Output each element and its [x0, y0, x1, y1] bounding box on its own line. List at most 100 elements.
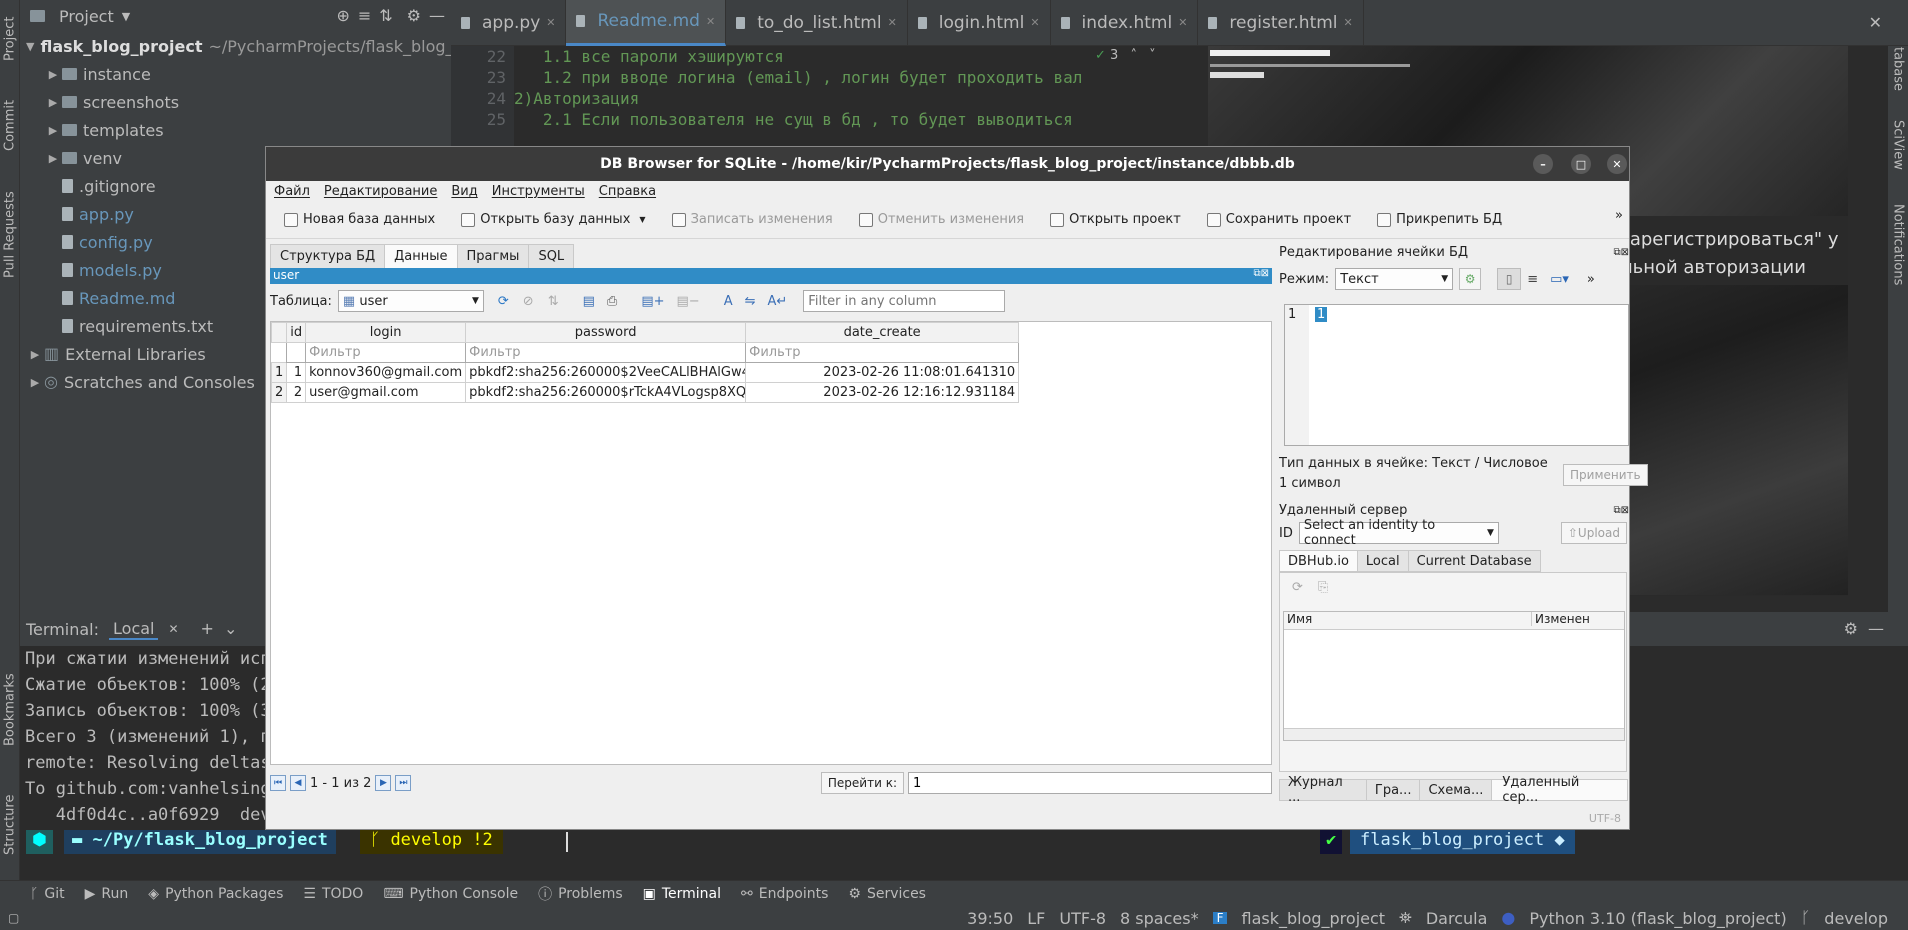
commit-tool-tab[interactable]: Commit: [0, 90, 20, 160]
chevron-down-icon[interactable]: ▼: [639, 215, 645, 224]
find-replace-icon[interactable]: ⇋: [745, 295, 756, 308]
menu-item[interactable]: Редактирование: [324, 184, 437, 199]
menu-item[interactable]: Инструменты: [492, 184, 585, 199]
close-icon[interactable]: ✕: [1178, 16, 1187, 29]
status-project[interactable]: flask_blog_project: [1241, 909, 1385, 928]
remote-col-changed[interactable]: Изменен: [1531, 612, 1590, 626]
toolbar-button[interactable]: Открыть базу данных ▼: [461, 212, 646, 227]
minimize-icon[interactable]: —: [429, 8, 445, 24]
apply-button[interactable]: Применить: [1563, 464, 1648, 486]
dock-close-icon[interactable]: ⧉⊠: [1253, 268, 1269, 279]
clear-sort-icon[interactable]: ⇅: [548, 295, 559, 308]
toolbar-button[interactable]: Новая база данных: [284, 212, 435, 227]
chevron-down-icon[interactable]: ˅: [1149, 49, 1156, 62]
window-titlebar[interactable]: DB Browser for SQLite - /home/kir/Pychar…: [266, 147, 1629, 181]
cell-password[interactable]: pbkdf2:sha256:260000$rTckA4VLogsp8XQ5$e2…: [465, 382, 747, 403]
chevron-down-icon[interactable]: ⌄: [224, 621, 237, 637]
chevron-up-icon[interactable]: ˄: [1130, 49, 1137, 62]
cell-editor[interactable]: 1 1: [1284, 304, 1629, 446]
dock-bottom-tab[interactable]: Удаленный сер...: [1491, 775, 1628, 805]
close-all-editors-icon[interactable]: ✕: [1869, 13, 1882, 32]
remote-tab[interactable]: Current Database: [1407, 550, 1541, 572]
column-header-login[interactable]: login: [305, 322, 467, 343]
close-icon[interactable]: ✕: [1030, 16, 1039, 29]
identity-select[interactable]: Select an identity to connect ▼: [1298, 518, 1499, 548]
refresh-icon[interactable]: ⟳: [498, 295, 509, 308]
minimize-icon[interactable]: —: [1868, 621, 1884, 637]
goto-button[interactable]: Перейти к:: [820, 772, 904, 794]
bottom-tool-services[interactable]: ⚙ Services: [848, 886, 926, 902]
table-row[interactable]: 2 2 user@gmail.com pbkdf2:sha256:260000$rTc…: [270, 382, 1020, 403]
project-root[interactable]: ▼ flask_blog_project ~/PycharmProjects/f…: [20, 32, 464, 60]
main-tab[interactable]: Структура БД: [270, 244, 386, 268]
chevron-right-icon[interactable]: ▶: [44, 68, 62, 81]
cell-date-create[interactable]: 2023-02-26 11:08:01.641310: [745, 362, 1020, 383]
auto-format-icon[interactable]: ≡: [1527, 273, 1538, 286]
print-icon[interactable]: ⎙: [607, 295, 617, 308]
status-branch[interactable]: develop: [1824, 909, 1888, 928]
delete-record-icon[interactable]: ▤−: [677, 295, 700, 308]
close-icon[interactable]: ✕: [1344, 16, 1353, 29]
structure-tool-tab[interactable]: Structure: [0, 780, 20, 870]
menu-item[interactable]: Вид: [451, 184, 477, 199]
close-icon[interactable]: ✕: [546, 16, 555, 29]
chevron-down-icon[interactable]: ▼: [122, 11, 130, 22]
row-header[interactable]: 1: [270, 362, 288, 383]
cell-id[interactable]: 2: [286, 382, 307, 403]
bottom-tool-python-packages[interactable]: ◈ Python Packages: [148, 886, 283, 902]
next-page-icon[interactable]: ▶: [375, 775, 392, 791]
chevron-right-icon[interactable]: ▶: [26, 376, 44, 389]
table-row[interactable]: 1 1 konnov360@gmail.com pbkdf2:sha256:26000…: [270, 362, 1020, 383]
status-theme[interactable]: Darcula: [1426, 909, 1488, 928]
project-tool-tab[interactable]: Project: [0, 4, 20, 74]
project-tree-item[interactable]: ▶ screenshots: [20, 88, 451, 116]
column-header-password[interactable]: password: [465, 322, 747, 343]
prev-page-icon[interactable]: ◀: [290, 775, 306, 791]
last-page-icon[interactable]: ⏭: [395, 775, 412, 791]
word-wrap-icon[interactable]: ▯: [1497, 268, 1522, 290]
remote-col-name[interactable]: Имя: [1287, 612, 1312, 626]
dock-bottom-tab[interactable]: Схема...: [1419, 779, 1493, 801]
editor-tab[interactable]: login.html ✕: [908, 0, 1051, 46]
save-table-icon[interactable]: ▤: [583, 295, 595, 308]
overflow-icon[interactable]: »: [1587, 273, 1595, 286]
column-header-date-create[interactable]: date_create: [745, 322, 1020, 343]
main-tab[interactable]: Прагмы: [456, 244, 530, 268]
main-tab[interactable]: SQL: [528, 244, 575, 268]
chevron-down-icon[interactable]: ▼: [26, 40, 34, 53]
cell-editor-content[interactable]: 1: [1315, 307, 1328, 322]
dock-close-icon[interactable]: ⧉⊠: [1613, 505, 1629, 516]
close-icon[interactable]: ✕: [168, 623, 178, 635]
close-icon[interactable]: ✕: [706, 15, 715, 28]
bottom-tool-run[interactable]: ▶ Run: [85, 886, 129, 902]
toolbar-button[interactable]: Записать изменения: [671, 212, 833, 227]
chevron-right-icon[interactable]: ▶: [44, 152, 62, 165]
menu-item[interactable]: Файл: [274, 184, 310, 199]
sciview-tool-tab[interactable]: SciView: [1888, 110, 1908, 180]
close-window-button[interactable]: ✕: [1607, 154, 1627, 174]
editor-tab[interactable]: register.html ✕: [1198, 0, 1364, 46]
toolbar-button[interactable]: Открыть проект: [1050, 212, 1181, 227]
bookmarks-tool-tab[interactable]: Bookmarks: [0, 660, 20, 760]
status-line-separator[interactable]: LF: [1027, 909, 1045, 928]
notifications-tool-tab[interactable]: Notifications: [1888, 190, 1908, 300]
bottom-tool-terminal[interactable]: ▣ Terminal: [643, 886, 721, 902]
project-tree-item[interactable]: ▶ templates: [20, 116, 451, 144]
filter-all-columns-input[interactable]: [803, 290, 1006, 312]
remote-tab[interactable]: DBHub.io: [1279, 550, 1358, 572]
main-tab[interactable]: Данные: [384, 244, 458, 268]
cell-login[interactable]: konnov360@gmail.com: [305, 362, 467, 383]
cell-id[interactable]: 1: [286, 362, 307, 383]
remote-tab[interactable]: Local: [1356, 550, 1409, 572]
editor-tab[interactable]: Readme.md ✕: [566, 0, 727, 46]
close-icon[interactable]: ✕: [888, 16, 897, 29]
import-export-icon[interactable]: ▭▾: [1550, 273, 1569, 286]
find-icon[interactable]: A: [724, 295, 733, 308]
status-interpreter[interactable]: Python 3.10 (flask_blog_project): [1529, 909, 1786, 928]
cell-date-create[interactable]: 2023-02-26 12:16:12.931184: [745, 382, 1020, 403]
filter-login-input[interactable]: Фильтр: [305, 342, 467, 363]
auto-switch-mode-icon[interactable]: ⚙: [1459, 268, 1482, 290]
horizontal-scrollbar[interactable]: [1284, 728, 1624, 740]
editor-tab[interactable]: to_do_list.html ✕: [726, 0, 908, 46]
maximize-window-button[interactable]: □: [1571, 154, 1591, 174]
